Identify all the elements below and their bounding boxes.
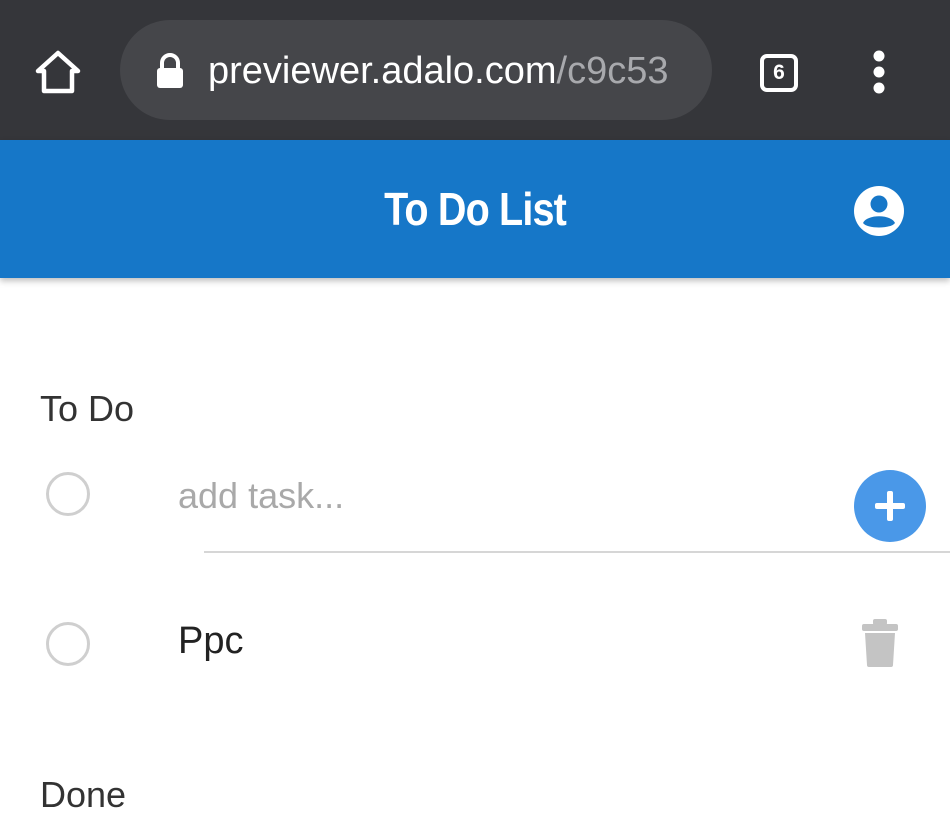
address-bar[interactable]: previewer.adalo.com/c9c53 bbox=[120, 20, 712, 120]
more-vert-icon bbox=[873, 50, 885, 94]
done-section-title: Done bbox=[40, 774, 127, 815]
lock-icon bbox=[157, 53, 183, 88]
new-task-checkbox[interactable] bbox=[46, 472, 90, 516]
add-task-input[interactable] bbox=[178, 466, 818, 526]
url-host: previewer.adalo.com bbox=[208, 50, 557, 92]
url-text[interactable]: previewer.adalo.com/c9c53 bbox=[208, 48, 668, 94]
browser-toolbar: previewer.adalo.com/c9c53 6 bbox=[0, 0, 950, 140]
input-underline bbox=[204, 551, 950, 553]
browser-menu-button[interactable] bbox=[856, 44, 902, 100]
add-task-button[interactable] bbox=[854, 470, 926, 542]
tab-count: 6 bbox=[773, 61, 785, 84]
account-circle-icon bbox=[854, 186, 904, 236]
task-label: Ppc bbox=[178, 620, 244, 662]
tab-switcher-icon: 6 bbox=[760, 54, 798, 92]
home-icon bbox=[35, 50, 81, 94]
home-button[interactable] bbox=[30, 44, 86, 100]
plus-icon bbox=[875, 491, 905, 521]
app-header: To Do List bbox=[0, 140, 950, 278]
url-path: /c9c53 bbox=[556, 50, 669, 92]
tab-switcher-button[interactable]: 6 bbox=[754, 48, 804, 98]
task-checkbox[interactable] bbox=[46, 622, 90, 666]
todo-section-title: To Do bbox=[40, 388, 135, 429]
trash-icon bbox=[862, 619, 898, 667]
delete-task-button[interactable] bbox=[858, 618, 902, 668]
profile-button[interactable] bbox=[852, 184, 906, 238]
page-title: To Do List bbox=[384, 183, 567, 235]
